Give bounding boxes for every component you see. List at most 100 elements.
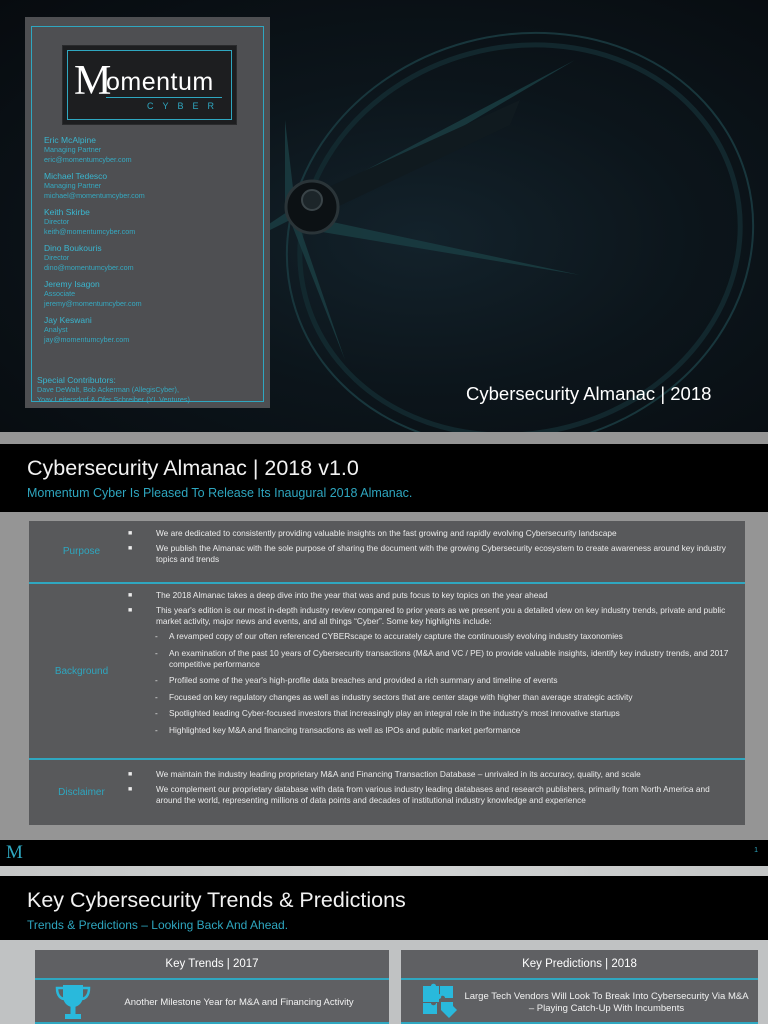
dash-bullet-icon: - — [155, 675, 158, 685]
sub-bullet-text: An examination of the past 10 years of C… — [169, 647, 729, 669]
sub-bullet-item: - An examination of the past 10 years of … — [124, 648, 736, 670]
contact-item: Keith Skirbe Director keith@momentumcybe… — [44, 207, 264, 236]
sub-bullet-text: Profiled some of the year's high-profile… — [169, 675, 558, 685]
row-body: ■ The 2018 Almanac takes a deep dive into… — [124, 590, 736, 741]
almanac-overview-table: Purpose ■ We are dedicated to consistentl… — [29, 521, 745, 825]
contact-email[interactable]: jeremy@momentumcyber.com — [44, 299, 264, 309]
contact-role: Managing Partner — [44, 145, 102, 154]
contact-email[interactable]: eric@momentumcyber.com — [44, 155, 264, 165]
bullet-text: We are dedicated to consistently providi… — [156, 528, 617, 538]
dash-bullet-icon: - — [155, 724, 158, 735]
dash-bullet-icon: - — [155, 708, 158, 718]
card-text: Large Tech Vendors Will Look To Break In… — [464, 991, 749, 1014]
square-bullet-icon: ■ — [128, 771, 133, 778]
contact-name: Jay Keswani — [44, 315, 92, 325]
momentum-cyber-logo: M omentum CYBER — [62, 45, 237, 125]
bullet-item: ■ We maintain the industry leading propri… — [124, 769, 736, 780]
contributors-line: Dave DeWalt, Bob Ackerman (AllegisCyber)… — [37, 385, 179, 394]
slide1-header: Cybersecurity Almanac | 2018 v1.0 Moment… — [0, 444, 768, 512]
bullet-item: ■ The 2018 Almanac takes a deep dive into… — [124, 590, 736, 601]
dash-bullet-icon: - — [155, 631, 158, 641]
card-divider — [401, 978, 758, 980]
bullet-item: ■ We complement our proprietary database … — [124, 784, 736, 806]
contact-item: Eric McAlpine Managing Partner eric@mome… — [44, 135, 264, 164]
dash-bullet-icon: - — [155, 691, 158, 702]
square-bullet-icon: ■ — [128, 545, 133, 552]
puzzle-icon — [423, 983, 457, 1018]
row-disclaimer: Disclaimer ■ We maintain the industry lea… — [29, 760, 745, 825]
card-text: Another Milestone Year for M&A and Finan… — [124, 997, 354, 1008]
slide-separator — [0, 866, 768, 876]
bullet-text: We publish the Almanac with the sole pur… — [156, 543, 726, 564]
contact-name: Eric McAlpine — [44, 135, 96, 145]
contributors-title: Special Contributors: — [37, 375, 116, 385]
square-bullet-icon: ■ — [128, 607, 133, 614]
key-trends-card: Key Trends | 2017 Another Milestone Year… — [35, 950, 389, 1024]
trophy-icon — [55, 985, 91, 1019]
row-purpose: Purpose ■ We are dedicated to consistentl… — [29, 521, 745, 583]
card-heading: Key Trends | 2017 — [165, 958, 259, 970]
bullet-item: ■ We are dedicated to consistently provid… — [124, 528, 736, 539]
slide1-subtitle: Momentum Cyber Is Pleased To Release Its… — [27, 486, 413, 500]
row-body: ■ We are dedicated to consistently provid… — [124, 528, 736, 569]
sub-bullet-text: A revamped copy of our often referenced … — [169, 631, 623, 641]
square-bullet-icon: ■ — [128, 786, 133, 793]
cover-page: M omentum CYBER Eric McAlpine Managing P… — [0, 0, 768, 432]
sub-bullet-item: - A revamped copy of our often referenced… — [124, 631, 736, 642]
contact-name: Keith Skirbe — [44, 207, 90, 217]
row-label: Background — [54, 666, 109, 677]
logo-word: omentum — [106, 68, 214, 96]
contact-item: Michael Tedesco Managing Partner michael… — [44, 171, 264, 200]
contact-role: Analyst — [44, 325, 68, 334]
slide2-title: Key Cybersecurity Trends & Predictions — [27, 888, 406, 912]
sub-bullet-text: Spotlighted leading Cyber-focused invest… — [169, 708, 620, 718]
row-body: ■ We maintain the industry leading propri… — [124, 769, 736, 810]
contact-role: Director — [44, 217, 70, 226]
contact-email[interactable]: keith@momentumcyber.com — [44, 227, 264, 237]
bullet-text: The 2018 Almanac takes a deep dive into … — [156, 590, 548, 600]
contact-list: Eric McAlpine Managing Partner eric@mome… — [44, 135, 264, 351]
contact-name: Michael Tedesco — [44, 171, 108, 181]
sub-bullet-item: - Focused on key regulatory changes as we… — [124, 692, 736, 703]
bullet-item: ■ This year's edition is our most in-dept… — [124, 605, 736, 627]
row-label: Purpose — [62, 546, 101, 557]
bullet-text: We complement our proprietary database w… — [156, 784, 710, 805]
sub-bullet-item: - Spotlighted leading Cyber-focused inves… — [124, 708, 736, 719]
contributors-line: Yoav Leitersdorf & Ofer Schreiber (YL Ve… — [37, 395, 190, 404]
contact-email[interactable]: jay@momentumcyber.com — [44, 335, 264, 345]
footer-logo: M — [6, 842, 23, 863]
special-contributors: Special Contributors: Dave DeWalt, Bob A… — [37, 375, 262, 405]
page-number: 1 — [754, 847, 758, 854]
slide1-title: Cybersecurity Almanac | 2018 v1.0 — [27, 456, 359, 480]
bullet-text: This year's edition is our most in-depth… — [156, 605, 726, 626]
sub-bullet-item: - Profiled some of the year's high-profil… — [124, 675, 736, 686]
dash-bullet-icon: - — [155, 647, 158, 658]
square-bullet-icon: ■ — [128, 592, 133, 599]
logo-subtitle: CYBER — [147, 101, 224, 111]
square-bullet-icon: ■ — [128, 530, 133, 537]
contact-item: Dino Boukouris Director dino@momentumcyb… — [44, 243, 264, 272]
logo-divider — [106, 97, 222, 98]
contact-email[interactable]: dino@momentumcyber.com — [44, 263, 264, 273]
contact-item: Jeremy Isagon Associate jeremy@momentumc… — [44, 279, 264, 308]
sub-bullet-text: Highlighted key M&A and financing transa… — [169, 724, 521, 735]
contact-name: Dino Boukouris — [44, 243, 102, 253]
slide2-header: Key Cybersecurity Trends & Predictions T… — [0, 876, 768, 940]
contact-panel-border: M omentum CYBER Eric McAlpine Managing P… — [31, 26, 264, 402]
slide2-subtitle: Trends & Predictions – Looking Back And … — [27, 918, 289, 932]
contact-role: Associate — [44, 289, 76, 298]
sub-bullet-item: - Highlighted key M&A and financing trans… — [124, 725, 736, 736]
card-divider — [35, 978, 389, 980]
slide1-footer: M 1 — [0, 840, 768, 866]
contact-role: Managing Partner — [44, 181, 102, 190]
contact-role: Director — [44, 253, 70, 262]
key-predictions-card: Key Predictions | 2018 Large Tech Vendor… — [401, 950, 758, 1024]
cover-title: Cybersecurity Almanac | 2018 — [466, 383, 712, 404]
contact-email[interactable]: michael@momentumcyber.com — [44, 191, 264, 201]
contact-name: Jeremy Isagon — [44, 279, 100, 289]
contact-item: Jay Keswani Analyst jay@momentumcyber.co… — [44, 315, 264, 344]
bullet-text: We maintain the industry leading proprie… — [156, 769, 641, 779]
contact-panel: M omentum CYBER Eric McAlpine Managing P… — [25, 17, 270, 408]
row-label: Disclaimer — [58, 787, 105, 798]
bullet-item: ■ We publish the Almanac with the sole pu… — [124, 543, 736, 565]
